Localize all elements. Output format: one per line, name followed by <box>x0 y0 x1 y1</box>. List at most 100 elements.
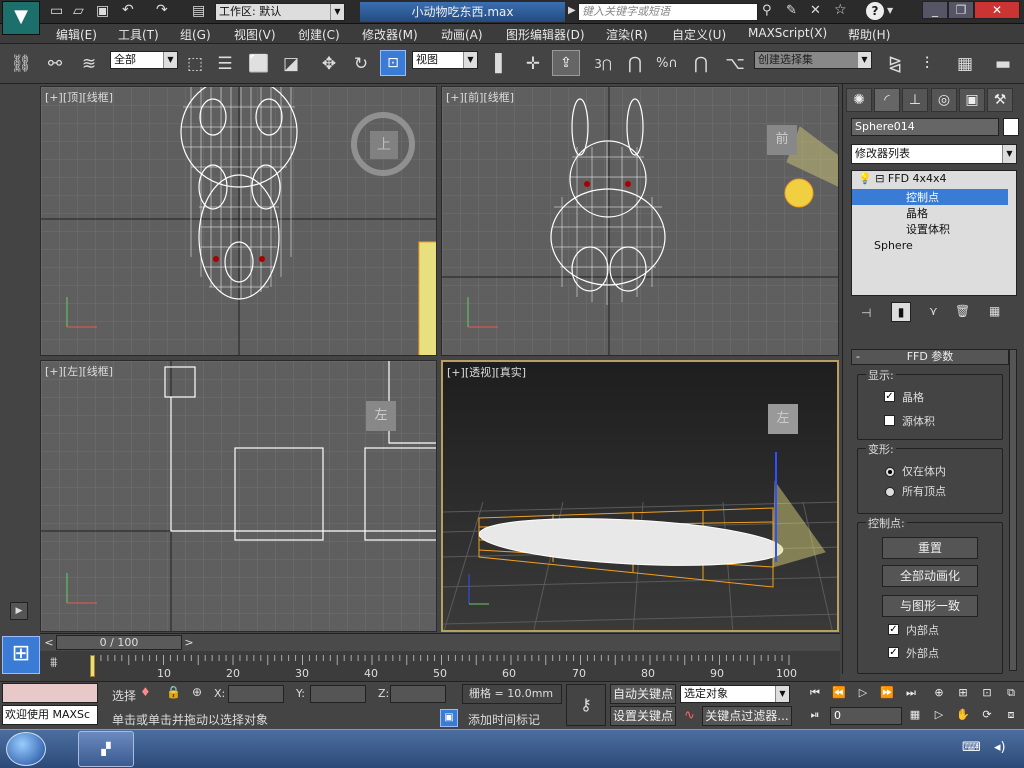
source-volume-checkbox[interactable] <box>884 415 895 426</box>
mirror-icon[interactable]: ⧎ <box>882 52 908 76</box>
app-logo-button[interactable]: ▼ <box>2 1 40 35</box>
stack-item-set-volume[interactable]: 设置体积 <box>852 221 1008 237</box>
inside-points-checkbox[interactable]: ✓ <box>888 624 899 635</box>
current-frame-field[interactable]: 0 <box>830 707 902 725</box>
bind-space-warp-icon[interactable]: ≋ <box>76 52 102 76</box>
viewport-layout-button[interactable]: ⊞ <box>2 636 40 674</box>
time-config-icon[interactable]: ▦ <box>906 707 924 723</box>
time-slider-thumb[interactable]: 0 / 100 <box>56 635 182 650</box>
key-filters-button[interactable]: 关键点过滤器... <box>702 706 792 726</box>
minimize-button[interactable]: _ <box>922 1 948 19</box>
pin-stack-icon[interactable]: ⊣ <box>861 306 871 320</box>
menu-views[interactable]: 视图(V) <box>234 26 276 43</box>
zoom-extents-icon[interactable]: ⊡ <box>978 685 996 701</box>
menu-graph-editors[interactable]: 图形编辑器(D) <box>506 26 585 43</box>
remove-modifier-icon[interactable]: 🗑 <box>955 304 970 318</box>
auto-key-button[interactable]: 自动关键点 <box>610 684 676 704</box>
motion-tab-icon[interactable]: ◎ <box>931 88 957 112</box>
link-icon[interactable]: ⛓ <box>8 52 34 76</box>
only-in-volume-radio[interactable] <box>885 467 895 477</box>
save-file-icon[interactable]: ▣ <box>96 3 109 19</box>
hierarchy-tab-icon[interactable]: ⊥ <box>902 88 928 112</box>
menu-create[interactable]: 创建(C) <box>298 26 340 43</box>
zoom-extents-all-icon[interactable]: ⧉ <box>1002 685 1020 701</box>
modifier-list-dropdown[interactable]: 修改器列表 ▼ <box>851 144 1017 164</box>
info-center-arrow-icon[interactable]: ▶ <box>568 5 576 16</box>
time-slider-prev-button[interactable]: < <box>42 635 56 650</box>
command-panel-scrollbar[interactable] <box>1009 349 1017 671</box>
rotate-icon[interactable]: ↻ <box>348 52 374 76</box>
start-button[interactable] <box>6 732 46 766</box>
select-object-icon[interactable]: ⬚ <box>182 52 208 76</box>
taskbar-3dsmax-app[interactable]: ▞ <box>78 731 134 767</box>
stack-item-ffd[interactable]: 💡 ⊟ FFD 4x4x4 <box>852 172 1008 188</box>
viewport-left-label[interactable]: [+][左][线框] <box>45 363 113 379</box>
go-to-end-icon[interactable]: ⏭ <box>902 685 920 701</box>
utilities-tab-icon[interactable]: ⚒ <box>987 88 1013 112</box>
menu-group[interactable]: 组(G) <box>180 26 211 43</box>
maximize-viewport-icon[interactable]: ⧈ <box>1002 707 1020 723</box>
snap-toggle-icon[interactable]: 3⋂ <box>590 52 616 76</box>
add-time-tag-label[interactable]: 添加时间标记 <box>468 711 540 728</box>
unlink-icon[interactable]: ⚯ <box>42 52 68 76</box>
project-folder-icon[interactable]: ▤ <box>192 3 205 19</box>
viewport-front-label[interactable]: [+][前][线框] <box>446 89 514 105</box>
mini-curve-editor-icon[interactable]: ⩩ <box>50 655 57 671</box>
add-time-tag-icon[interactable]: ▣ <box>440 709 458 727</box>
time-slider[interactable]: < 0 / 100 > <box>40 633 840 651</box>
menu-edit[interactable]: 编辑(E) <box>56 26 97 43</box>
next-frame-icon[interactable]: ⏩ <box>878 685 896 701</box>
viewcube-left[interactable]: 左 <box>366 401 396 431</box>
lightbulb-icon[interactable]: 💡 <box>858 172 872 185</box>
configure-sets-icon[interactable]: ▦ <box>989 304 1000 318</box>
create-tab-icon[interactable]: ✺ <box>846 88 872 112</box>
graphite-ribbon-icon[interactable]: ▬ <box>990 52 1016 76</box>
viewport-top-label[interactable]: [+][顶][线框] <box>45 89 113 105</box>
x-coord-field[interactable] <box>228 685 284 703</box>
subscription-icon[interactable]: ✎ <box>786 3 797 18</box>
display-tab-icon[interactable]: ▣ <box>959 88 985 112</box>
y-coord-field[interactable] <box>310 685 366 703</box>
conform-to-shape-button[interactable]: 与图形一致 <box>882 595 978 617</box>
key-filter-target-dropdown[interactable]: 选定对象 ▼ <box>680 685 790 703</box>
favorites-star-icon[interactable]: ☆ <box>834 2 847 18</box>
all-vertices-radio[interactable] <box>885 487 895 497</box>
z-coord-field[interactable] <box>390 685 446 703</box>
pivot-point-icon[interactable]: ▐ <box>482 52 508 76</box>
collapse-icon[interactable]: ⊟ <box>875 172 884 185</box>
key-filter-curve-icon[interactable]: ∿ <box>684 708 695 723</box>
set-key-button[interactable]: 设置关键点 <box>610 706 676 726</box>
menu-maxscript[interactable]: MAXScript(X) <box>748 26 827 40</box>
rect-selection-icon[interactable]: ⬜ <box>246 52 272 76</box>
menu-rendering[interactable]: 渲染(R) <box>606 26 648 43</box>
absolute-mode-icon[interactable]: ⊕ <box>192 685 202 699</box>
spinner-snap-icon[interactable]: ⋂ <box>688 52 714 76</box>
ffd-rollout-header[interactable]: - FFD 参数 <box>851 349 1009 365</box>
prev-frame-icon[interactable]: ⏪ <box>830 685 848 701</box>
menu-animation[interactable]: 动画(A) <box>441 26 483 43</box>
modifier-stack[interactable]: 💡 ⊟ FFD 4x4x4 控制点 晶格 设置体积 Sphere <box>851 170 1017 296</box>
key-mode-icon[interactable]: ⏯ <box>806 707 824 723</box>
lattice-checkbox[interactable]: ✓ <box>884 391 895 402</box>
viewport-left[interactable]: [+][左][线框] 左 <box>40 360 437 632</box>
viewcube-top[interactable]: 上 <box>351 112 415 176</box>
play-icon[interactable]: ▷ <box>854 685 872 701</box>
menu-customize[interactable]: 自定义(U) <box>672 26 726 43</box>
volume-tray-icon[interactable]: ◂) <box>994 740 1006 755</box>
keyboard-tray-icon[interactable]: ⌨ <box>962 740 981 755</box>
close-button[interactable]: ✕ <box>974 1 1020 19</box>
new-file-icon[interactable]: ▭ <box>50 3 63 19</box>
window-crossing-icon[interactable]: ◪ <box>278 52 304 76</box>
show-end-result-button[interactable]: ▮ <box>891 302 911 322</box>
viewcube-persp[interactable]: 左 <box>768 404 798 434</box>
binoculars-icon[interactable]: ⚲ <box>762 3 772 18</box>
viewport-top[interactable]: [+][顶][线框] 上 <box>40 86 437 356</box>
zoom-icon[interactable]: ⊕ <box>930 685 948 701</box>
help-icon[interactable]: ? <box>866 2 884 20</box>
scale-button[interactable]: ⊡ <box>380 50 406 76</box>
percent-snap-icon[interactable]: %∩ <box>654 52 680 76</box>
animate-all-button[interactable]: 全部动画化 <box>882 565 978 587</box>
search-input[interactable]: 键入关键字或短语 <box>578 3 758 21</box>
pan-icon[interactable]: ✋ <box>954 707 972 723</box>
angle-snap-icon[interactable]: ⋂ <box>622 52 648 76</box>
